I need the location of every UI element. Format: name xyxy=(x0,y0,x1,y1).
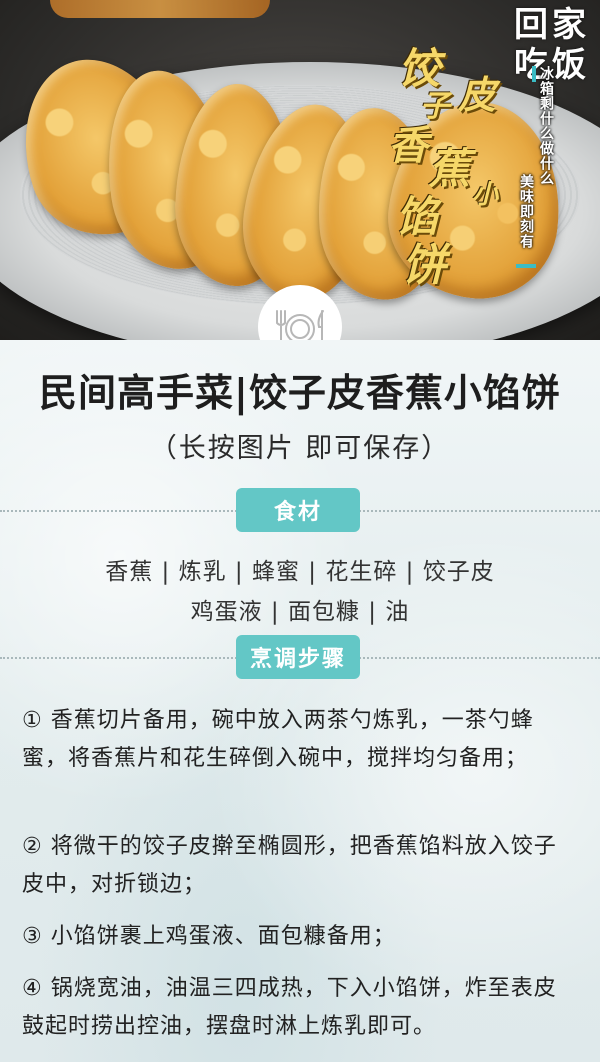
banner-line-1: 冰箱剩什么做什么 xyxy=(538,66,554,186)
callig-char-6: 小 xyxy=(472,180,499,210)
save-hint: （长按图片 即可保存） xyxy=(149,433,451,464)
logo-char-4: 饭 xyxy=(552,45,586,85)
food-edge-decoration xyxy=(50,0,270,18)
callig-char-1: 饺 xyxy=(398,44,441,93)
callig-char-3: 皮 xyxy=(458,72,497,117)
callig-char-5: 蕉 xyxy=(428,144,471,193)
callig-char-8: 饼 xyxy=(402,240,446,291)
step-2: ② 将微干的饺子皮擀至椭圆形，把香蕉馅料放入饺子皮中，对折锁边； xyxy=(22,834,557,897)
callig-char-2: 子 xyxy=(420,89,450,124)
ingredients-heading: 食材 xyxy=(236,488,360,532)
callig-char-4: 香 xyxy=(388,122,428,169)
page-title: 民间高手菜|饺子皮香蕉小馅饼 xyxy=(39,371,561,415)
logo-char-2: 家 xyxy=(552,5,586,45)
step-4: ④ 锅烧宽油，油温三四成热，下入小馅饼，炸至表皮鼓起时捞出控油，摆盘时淋上炼乳即… xyxy=(22,976,557,1039)
step-1: ① 香蕉切片备用，碗中放入两茶勺炼乳，一茶勺蜂蜜，将香蕉片和花生碎倒入碗中，搅拌… xyxy=(22,708,534,771)
steps-heading: 烹调步骤 xyxy=(236,635,360,679)
banner-line-2: 美味即刻有 xyxy=(518,174,534,249)
ingredients-line-1: 香蕉 | 炼乳 | 蜂蜜 | 花生碎 | 饺子皮 xyxy=(105,559,495,585)
ingredients-line-2: 鸡蛋液 | 面包糠 | 油 xyxy=(190,599,410,625)
recipe-card: 民间高手菜|饺子皮香蕉小馅饼 （长按图片 即可保存） 食材 香蕉 | 炼乳 | … xyxy=(0,340,600,1062)
banner-bar-bottom xyxy=(516,264,536,268)
callig-char-7: 馅 xyxy=(396,192,439,241)
logo-char-1: 回 xyxy=(514,5,548,45)
step-3: ③ 小馅饼裹上鸡蛋液、面包糠备用； xyxy=(22,924,396,949)
